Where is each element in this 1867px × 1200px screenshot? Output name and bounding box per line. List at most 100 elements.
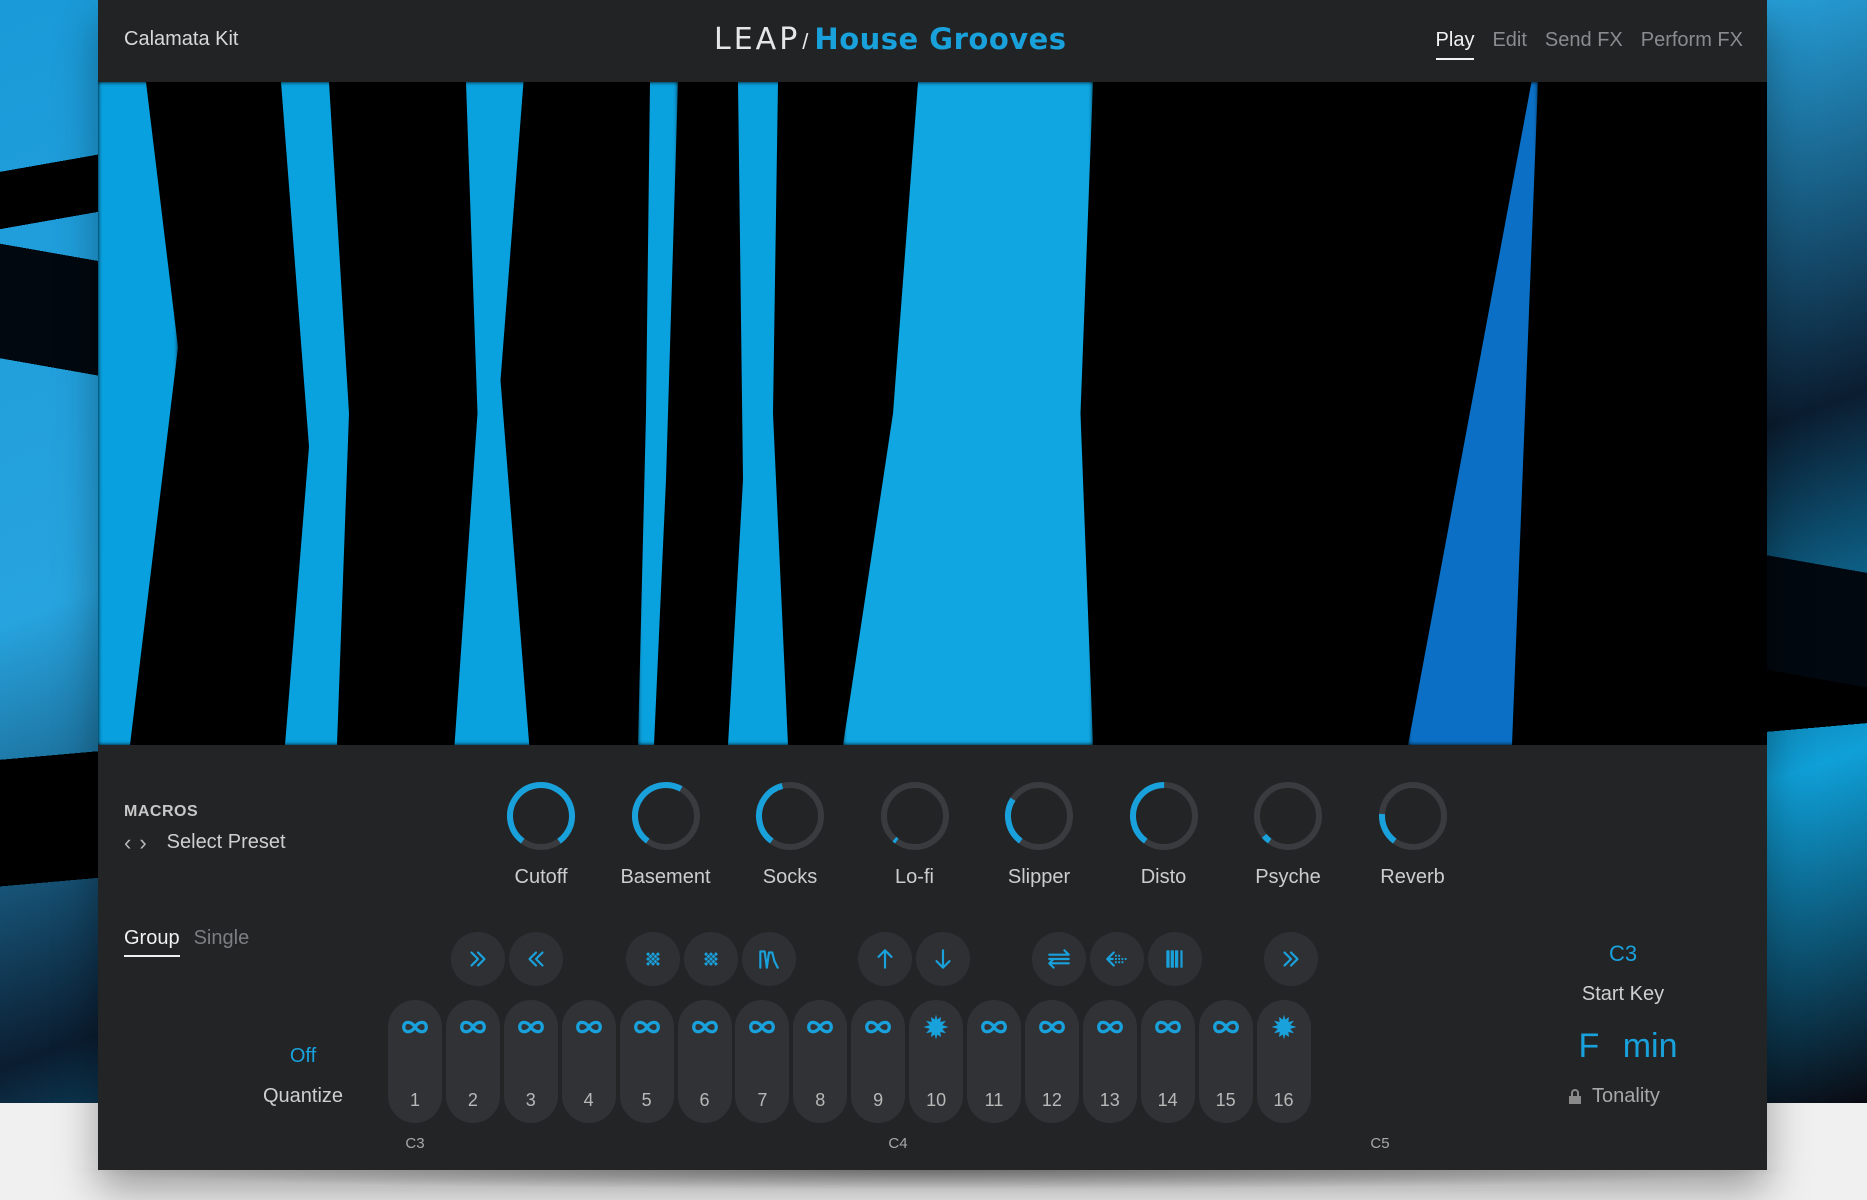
loop-icon (865, 1020, 892, 1034)
perform-button-7[interactable] (916, 932, 970, 986)
perform-button-10[interactable] (1148, 932, 1202, 986)
pad-number: 14 (1157, 1090, 1178, 1110)
pad-number: 1 (409, 1090, 420, 1110)
pad-icon (620, 1012, 674, 1047)
header-bar: Calamata Kit LEAP / House Grooves Play E… (98, 0, 1767, 82)
pad-number: 4 (583, 1090, 594, 1110)
pad-icon (1025, 1012, 1079, 1047)
lock-icon[interactable] (1568, 1088, 1582, 1105)
pad-number: 3 (525, 1090, 536, 1110)
pad-number: 12 (1041, 1090, 1062, 1110)
mode-group[interactable]: Group (124, 927, 180, 957)
pad-13[interactable]: 13 (1082, 1000, 1137, 1123)
pad-14[interactable]: 14 (1140, 1000, 1195, 1123)
tab-edit[interactable]: Edit (1492, 29, 1526, 60)
quantize-value[interactable]: Off (258, 1045, 348, 1068)
pad-number: 16 (1273, 1090, 1294, 1110)
perform-button-5[interactable] (742, 932, 796, 986)
knob-reverb[interactable]: Reverb (1361, 780, 1465, 889)
pad-icon (388, 1012, 442, 1047)
perform-button-6[interactable] (858, 932, 912, 986)
knob-track (880, 782, 949, 850)
loop-icon (402, 1020, 428, 1034)
select-preset-button[interactable]: Select Preset (167, 831, 286, 854)
kit-name[interactable]: Calamata Kit (124, 28, 239, 51)
pad-icon (735, 1012, 789, 1047)
pad-number: 2 (467, 1090, 478, 1110)
pad-number: 8 (815, 1090, 826, 1110)
one-shot-icon (1271, 1014, 1296, 1040)
pad-icon (562, 1012, 616, 1047)
pad-16[interactable]: 16 (1256, 1000, 1311, 1123)
tonality-value[interactable]: F min (1553, 1027, 1703, 1066)
knob-label: Lo-fi (895, 866, 934, 888)
knob-label: Slipper (1007, 866, 1071, 888)
knob-label: Psyche (1255, 866, 1321, 888)
quantize-label: Quantize (262, 1085, 344, 1107)
chevron-left-icon[interactable]: ‹ (124, 831, 131, 854)
knob-label: Cutoff (514, 866, 568, 888)
knob-disto[interactable]: Disto (1112, 780, 1216, 889)
knob-ring (631, 782, 700, 850)
knob-ring (880, 782, 949, 850)
chevron-right-icon[interactable]: › (139, 831, 146, 854)
perform-button-8[interactable] (1032, 932, 1086, 986)
tab-send-fx[interactable]: Send FX (1545, 29, 1623, 60)
pad-1[interactable]: 1 (388, 1000, 442, 1123)
perform-button-1[interactable] (451, 932, 505, 986)
pad-number: 5 (641, 1090, 652, 1110)
start-key-value[interactable]: C3 (1578, 941, 1668, 967)
pad-icon (793, 1012, 847, 1047)
pad-15[interactable]: 15 (1198, 1000, 1253, 1123)
perform-button-9[interactable] (1090, 932, 1144, 986)
pad-7[interactable]: 7 (735, 1000, 790, 1123)
start-key-label: Start Key (1581, 983, 1665, 1005)
knob-cutoff[interactable]: Cutoff (489, 780, 593, 889)
macros-title: MACROS (124, 803, 199, 820)
pad-4[interactable]: 4 (561, 1000, 616, 1123)
perform-button-11[interactable] (1264, 932, 1318, 986)
pad-icon (504, 1012, 558, 1047)
knob-value-arc (756, 782, 824, 850)
perform-button-2[interactable] (509, 932, 563, 986)
knob-lo-fi[interactable]: Lo-fi (863, 780, 967, 889)
knob-ring (756, 782, 824, 850)
pad-11[interactable]: 11 (967, 1000, 1021, 1123)
view-tabs: Play Edit Send FX Perform FX (1435, 29, 1743, 60)
knob-label: Reverb (1380, 866, 1445, 888)
mode-single[interactable]: Single (194, 927, 250, 957)
pad-9[interactable]: 9 (851, 1000, 906, 1123)
pad-5[interactable]: 5 (619, 1000, 674, 1123)
knob-value-arc (1005, 782, 1073, 850)
swap-arrows-icon (1048, 949, 1070, 969)
pad-6[interactable]: 6 (677, 1000, 732, 1123)
knob-value-arc (1129, 782, 1198, 850)
tonality-label: Tonality (1592, 1085, 1660, 1107)
knob-value-arc (880, 782, 949, 850)
tab-perform-fx[interactable]: Perform FX (1641, 29, 1743, 60)
logo-product: House Grooves (814, 22, 1067, 56)
knob-ring (1378, 782, 1447, 850)
loop-icon (1039, 1020, 1065, 1034)
filter-wave-icon (759, 950, 779, 969)
plugin-window: Calamata Kit LEAP / House Grooves Play E… (98, 0, 1767, 1170)
knob-psyche[interactable]: Psyche (1236, 780, 1340, 889)
knob-slipper[interactable]: Slipper (987, 780, 1091, 889)
pad-10[interactable]: 10 (909, 1000, 964, 1123)
pad-icon (909, 1012, 963, 1047)
pad-12[interactable]: 12 (1024, 1000, 1079, 1123)
logo-tick-icon: / (802, 29, 809, 54)
pad-3[interactable]: 3 (503, 1000, 558, 1123)
knob-value-arc (507, 782, 575, 850)
pad-icon (1083, 1012, 1137, 1047)
tab-play[interactable]: Play (1435, 29, 1475, 60)
pad-8[interactable]: 8 (793, 1000, 848, 1123)
note-label-c3: C3 (405, 1135, 425, 1152)
pad-2[interactable]: 2 (445, 1000, 500, 1123)
loop-icon (1096, 1020, 1123, 1034)
knob-socks[interactable]: Socks (738, 780, 842, 889)
knob-basement[interactable]: Basement (614, 780, 718, 889)
note-label-c5: C5 (1370, 1135, 1390, 1152)
perform-button-3[interactable] (626, 932, 680, 986)
perform-button-4[interactable] (684, 932, 738, 986)
